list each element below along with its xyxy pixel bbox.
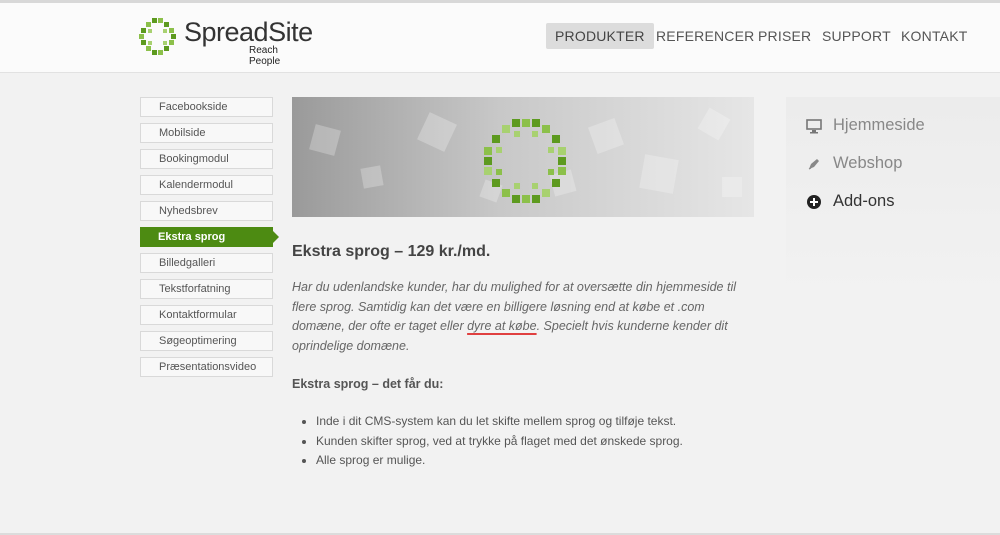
spellcheck-underlined-text: dyre at købe [467, 319, 537, 333]
page-title: Ekstra sprog – 129 kr./md. [292, 243, 491, 260]
logo-mark-icon [139, 18, 176, 55]
sidebar-item-kalendermodul[interactable]: Kalendermodul [140, 175, 273, 195]
brand-tagline: Reach People [249, 45, 281, 67]
list-item: Alle sprog er mulige. [316, 451, 683, 471]
banner-image [292, 97, 754, 217]
nav-referencer[interactable]: REFERENCER [647, 23, 763, 49]
plus-circle-icon [807, 195, 821, 209]
site-header: SpreadSite Reach People PRODUKTER REFERE… [0, 3, 1000, 73]
intro-paragraph: Har du udenlandske kunder, har du muligh… [292, 278, 757, 356]
features-heading: Ekstra sprog – det får du: [292, 377, 444, 391]
sidebar-item-tekstforfatning[interactable]: Tekstforfatning [140, 279, 273, 299]
sidebar-item-ekstra-sprog[interactable]: Ekstra sprog [140, 227, 279, 247]
features-list: Inde i dit CMS-system kan du let skifte … [292, 412, 683, 471]
logo[interactable]: SpreadSite Reach People [138, 17, 313, 67]
category-label: Hjemmeside [833, 116, 925, 134]
sidebar-item-billedgalleri[interactable]: Billedgalleri [140, 253, 273, 273]
brand-name: SpreadSite [184, 17, 313, 47]
nav-support[interactable]: SUPPORT [813, 23, 900, 49]
sidebar-item-facebookside[interactable]: Facebookside [140, 97, 273, 117]
category-label: Webshop [833, 154, 903, 172]
nav-priser[interactable]: PRISER [749, 23, 820, 49]
sidebar-item-praesentationsvideo[interactable]: Præsentationsvideo [140, 357, 273, 377]
monitor-icon [806, 119, 822, 134]
list-item: Inde i dit CMS-system kan du let skifte … [316, 412, 683, 432]
sidebar-item-nyhedsbrev[interactable]: Nyhedsbrev [140, 201, 273, 221]
category-panel: Hjemmeside Webshop Add-ons [786, 97, 1000, 301]
sidebar-item-kontaktformular[interactable]: Kontaktformular [140, 305, 273, 325]
nav-produkter[interactable]: PRODUKTER [546, 23, 654, 49]
nav-kontakt[interactable]: KONTAKT [892, 23, 976, 49]
product-banner [292, 97, 754, 217]
category-label: Add-ons [833, 192, 895, 210]
sidebar-item-soegeoptimering[interactable]: Søgeoptimering [140, 331, 273, 351]
sidebar-item-bookingmodul[interactable]: Bookingmodul [140, 149, 273, 169]
sidebar-item-mobilside[interactable]: Mobilside [140, 123, 273, 143]
pen-icon [808, 159, 819, 170]
list-item: Kunden skifter sprog, ved at trykke på f… [316, 432, 683, 452]
